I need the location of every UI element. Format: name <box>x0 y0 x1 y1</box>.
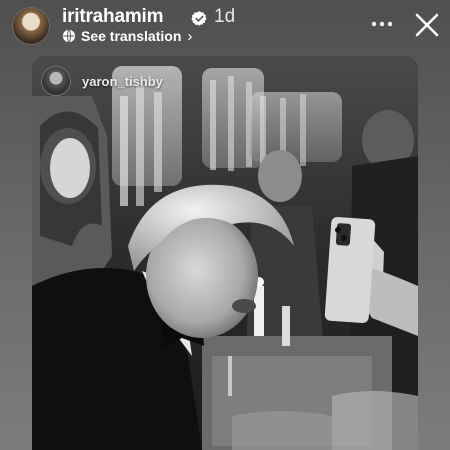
chevron-right-icon: › <box>187 27 193 45</box>
globe-icon <box>62 29 76 43</box>
story-author-username[interactable]: iritrahamim <box>62 6 163 28</box>
close-icon[interactable] <box>414 12 440 38</box>
story-timestamp: 1d <box>214 6 236 27</box>
verified-badge-icon <box>191 11 207 26</box>
see-translation-label: See translation <box>81 28 182 44</box>
story-author-avatar[interactable] <box>13 8 49 44</box>
reshared-post-card[interactable]: yaron_tishby <box>32 56 418 450</box>
post-author-avatar[interactable] <box>42 67 70 95</box>
post-author-username[interactable]: yaron_tishby <box>82 74 163 89</box>
see-translation-button[interactable]: See translation › <box>62 27 192 45</box>
post-photo <box>32 56 418 450</box>
more-horizontal-icon[interactable] <box>370 14 394 34</box>
post-header[interactable]: yaron_tishby <box>42 66 163 96</box>
story-header: iritrahamim 1d See translation › <box>0 0 450 52</box>
